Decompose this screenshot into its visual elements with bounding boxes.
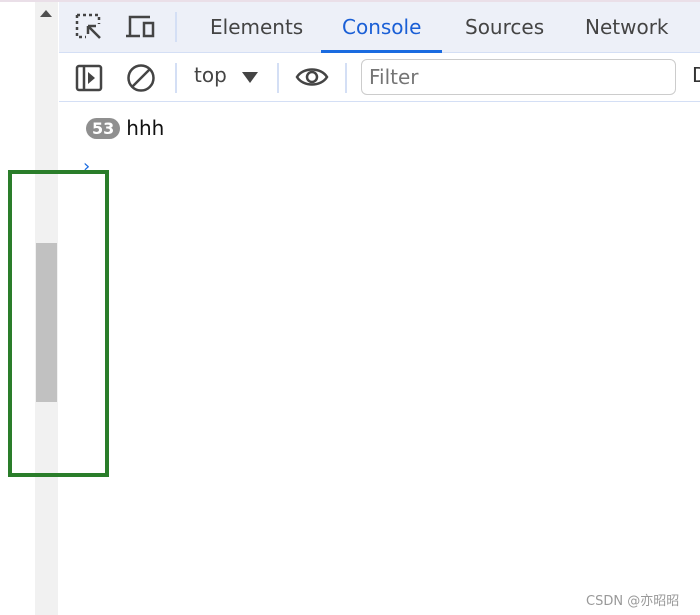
console-toolbar: top D xyxy=(59,53,700,102)
context-selector[interactable]: top xyxy=(194,63,227,87)
eye-icon[interactable] xyxy=(295,66,329,88)
device-toolbar-icon[interactable] xyxy=(125,13,157,41)
scroll-up-arrow-icon[interactable] xyxy=(40,10,52,17)
message-text: hhh xyxy=(126,116,165,140)
chevron-down-icon[interactable] xyxy=(242,72,258,83)
tab-network[interactable]: Network xyxy=(564,2,690,53)
tab-sources[interactable]: Sources xyxy=(444,2,565,53)
clear-console-icon[interactable] xyxy=(126,63,156,93)
annotation-highlight-box xyxy=(8,170,109,477)
watermark: CSDN @亦昭昭 xyxy=(586,594,680,609)
default-levels-dropdown[interactable]: D xyxy=(692,63,700,87)
console-message: 53 hhh xyxy=(86,116,164,140)
divider xyxy=(175,63,177,93)
filter-input[interactable] xyxy=(361,59,676,95)
inspect-element-icon[interactable] xyxy=(74,12,104,42)
repeat-count-badge: 53 xyxy=(86,117,121,139)
devtools-panel: Elements Console Sources Network top D 5… xyxy=(59,2,700,615)
tab-elements[interactable]: Elements xyxy=(189,2,324,53)
sidebar-toggle-icon[interactable] xyxy=(75,64,103,92)
divider xyxy=(175,12,177,42)
divider xyxy=(345,63,347,93)
tab-bar: Elements Console Sources Network xyxy=(59,2,700,53)
divider xyxy=(277,63,279,93)
tab-console[interactable]: Console xyxy=(321,2,443,53)
